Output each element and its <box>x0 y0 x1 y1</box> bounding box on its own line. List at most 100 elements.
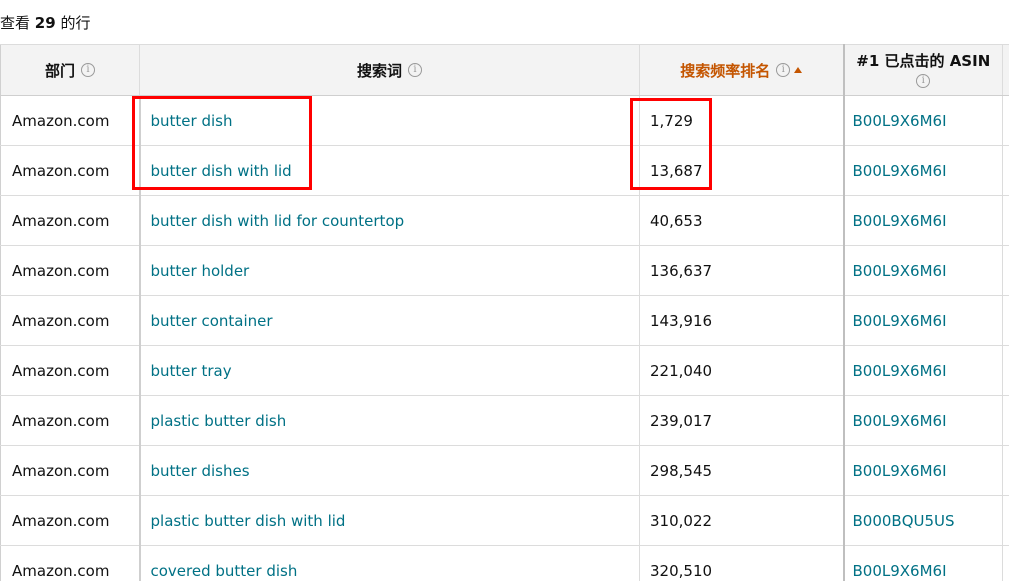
search-term-cell: butter dish with lid <box>138 145 640 196</box>
info-icon[interactable]: i <box>916 73 931 88</box>
asin-cell: B00L9X6M6I <box>842 95 1003 146</box>
table-row: Amazon.com butter holder 136,637 B00L9X6… <box>0 245 1009 296</box>
search-term-link[interactable]: butter container <box>151 312 273 330</box>
column-header-search-term-label: 搜索词 <box>356 61 402 80</box>
search-terms-page: 查看 29 的行 部门 i 搜索词 i 搜索频率排名 i #1 已点击的 ASI… <box>0 0 1009 581</box>
asin-link[interactable]: B00L9X6M6I <box>853 112 947 130</box>
table-row: Amazon.com plastic butter dish with lid … <box>0 495 1009 546</box>
search-term-link[interactable]: butter tray <box>151 362 232 380</box>
asin-cell: B00L9X6M6I <box>842 295 1003 346</box>
search-term-cell: butter dishes <box>138 445 640 496</box>
search-frequency-rank-cell: 136,637 <box>639 245 844 296</box>
search-term-link[interactable]: butter dish with lid for countertop <box>151 212 405 230</box>
search-term-cell: butter container <box>138 295 640 346</box>
info-icon[interactable]: i <box>81 63 95 77</box>
search-terms-table: 部门 i 搜索词 i 搜索频率排名 i #1 已点击的 ASIN i Amazo… <box>0 44 1009 581</box>
search-term-cell: plastic butter dish with lid <box>138 495 640 546</box>
table-row: Amazon.com butter dishes 298,545 B00L9X6… <box>0 445 1009 496</box>
search-term-link[interactable]: plastic butter dish <box>151 412 287 430</box>
asin-link[interactable]: B00L9X6M6I <box>853 362 947 380</box>
department-cell: Amazon.com <box>0 245 140 296</box>
search-term-link[interactable]: plastic butter dish with lid <box>151 512 346 530</box>
column-header-search-term[interactable]: 搜索词 i <box>139 44 640 96</box>
search-frequency-rank-cell: 239,017 <box>639 395 844 446</box>
search-frequency-rank-cell: 40,653 <box>639 195 844 246</box>
column-header-top-clicked-asin[interactable]: #1 已点击的 ASIN i <box>842 44 1003 96</box>
search-frequency-rank-cell: 221,040 <box>639 345 844 396</box>
row-count-value: 29 <box>34 14 56 32</box>
overflow-cell <box>1002 345 1009 396</box>
table-row: Amazon.com butter dish with lid for coun… <box>0 195 1009 246</box>
department-cell: Amazon.com <box>0 345 140 396</box>
search-term-cell: butter holder <box>138 245 640 296</box>
asin-cell: B00L9X6M6I <box>842 395 1003 446</box>
asin-cell: B00L9X6M6I <box>842 195 1003 246</box>
asin-cell: B000BQU5US <box>842 495 1003 546</box>
info-icon[interactable]: i <box>408 63 422 77</box>
info-icon[interactable]: i <box>776 63 791 77</box>
search-term-link[interactable]: butter dish with lid <box>151 162 292 180</box>
asin-link[interactable]: B00L9X6M6I <box>853 312 947 330</box>
search-frequency-rank-cell: 13,687 <box>639 145 844 196</box>
overflow-cell <box>1002 245 1009 296</box>
search-term-link[interactable]: butter dish <box>151 112 233 130</box>
overflow-cell <box>1002 545 1009 581</box>
search-term-cell: butter tray <box>138 345 640 396</box>
overflow-cell <box>1002 395 1009 446</box>
search-frequency-rank-cell: 1,729 <box>639 95 844 146</box>
department-cell: Amazon.com <box>0 145 140 196</box>
overflow-cell <box>1002 145 1009 196</box>
search-frequency-rank-cell: 298,545 <box>639 445 844 496</box>
department-cell: Amazon.com <box>0 445 140 496</box>
department-cell: Amazon.com <box>0 195 140 246</box>
search-frequency-rank-cell: 320,510 <box>639 545 844 581</box>
department-cell: Amazon.com <box>0 395 140 446</box>
column-header-search-frequency-rank[interactable]: 搜索频率排名 i <box>639 44 845 96</box>
department-cell: Amazon.com <box>0 95 140 146</box>
asin-link[interactable]: B00L9X6M6I <box>853 162 947 180</box>
row-count-suffix: 的行 <box>60 14 91 32</box>
search-term-link[interactable]: butter holder <box>151 262 250 280</box>
search-term-cell: butter dish with lid for countertop <box>138 195 640 246</box>
row-count-prefix: 查看 <box>0 14 31 32</box>
search-term-cell: covered butter dish <box>138 545 640 581</box>
asin-link[interactable]: B00L9X6M6I <box>853 262 947 280</box>
asin-cell: B00L9X6M6I <box>842 245 1003 296</box>
asin-cell: B00L9X6M6I <box>842 445 1003 496</box>
search-term-link[interactable]: covered butter dish <box>151 562 298 580</box>
asin-cell: B00L9X6M6I <box>842 345 1003 396</box>
table-row: Amazon.com butter dish 1,729 B00L9X6M6I <box>0 95 1009 146</box>
search-term-cell: butter dish <box>138 95 640 146</box>
asin-link[interactable]: B00L9X6M6I <box>853 212 947 230</box>
column-header-department[interactable]: 部门 i <box>0 44 140 96</box>
asin-link[interactable]: B00L9X6M6I <box>853 412 947 430</box>
table-row: Amazon.com butter dish with lid 13,687 B… <box>0 145 1009 196</box>
overflow-cell <box>1002 445 1009 496</box>
table-row: Amazon.com plastic butter dish 239,017 B… <box>0 395 1009 446</box>
column-header-department-label: 部门 <box>44 61 75 80</box>
column-header-search-frequency-rank-label: 搜索频率排名 <box>680 61 771 80</box>
row-count-summary: 查看 29 的行 <box>0 12 90 33</box>
column-header-top-clicked-asin-label: #1 已点击的 ASIN <box>856 51 991 70</box>
overflow-cell <box>1002 195 1009 246</box>
overflow-cell <box>1002 95 1009 146</box>
asin-link[interactable]: B000BQU5US <box>853 512 955 530</box>
table-body: Amazon.com butter dish 1,729 B00L9X6M6I … <box>0 95 1009 581</box>
asin-link[interactable]: B00L9X6M6I <box>853 462 947 480</box>
search-frequency-rank-cell: 310,022 <box>639 495 844 546</box>
column-header-overflow <box>1002 44 1009 96</box>
search-term-link[interactable]: butter dishes <box>151 462 250 480</box>
asin-link[interactable]: B00L9X6M6I <box>853 562 947 580</box>
overflow-cell <box>1002 295 1009 346</box>
overflow-cell <box>1002 495 1009 546</box>
department-cell: Amazon.com <box>0 495 140 546</box>
table-row: Amazon.com covered butter dish 320,510 B… <box>0 545 1009 581</box>
department-cell: Amazon.com <box>0 295 140 346</box>
table-header-row: 部门 i 搜索词 i 搜索频率排名 i #1 已点击的 ASIN i <box>0 44 1009 96</box>
search-frequency-rank-cell: 143,916 <box>639 295 844 346</box>
table-row: Amazon.com butter tray 221,040 B00L9X6M6… <box>0 345 1009 396</box>
table-row: Amazon.com butter container 143,916 B00L… <box>0 295 1009 346</box>
department-cell: Amazon.com <box>0 545 140 581</box>
sort-ascending-icon[interactable] <box>794 67 803 73</box>
search-terms-table-container: 部门 i 搜索词 i 搜索频率排名 i #1 已点击的 ASIN i Amazo… <box>0 44 1009 581</box>
